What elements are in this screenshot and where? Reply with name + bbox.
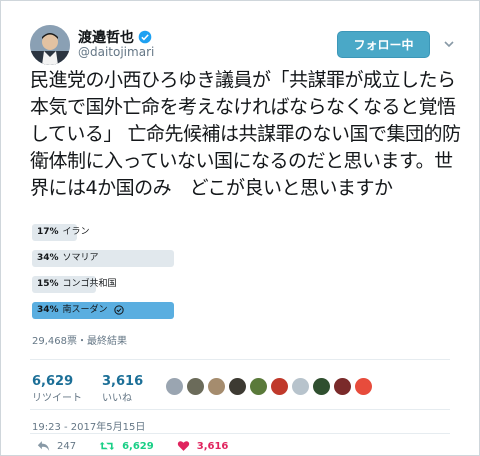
divider bbox=[30, 359, 450, 360]
tweet-timestamp[interactable]: 19:23 - 2017年5月15日 bbox=[32, 418, 145, 433]
poll-meta: 29,468票・最終結果 bbox=[32, 336, 127, 347]
following-button-label: フォロー中 bbox=[353, 38, 414, 52]
poll-option-label: 南スーダン bbox=[62, 305, 108, 315]
retweets-label: リツイート bbox=[32, 393, 82, 404]
liker-avatar[interactable] bbox=[166, 378, 183, 395]
like-count: 3,616 bbox=[196, 440, 229, 452]
user-name[interactable]: 渡邉哲也 bbox=[78, 27, 134, 47]
check-circle-icon bbox=[114, 304, 125, 315]
liker-avatar[interactable] bbox=[250, 378, 267, 395]
heart-icon[interactable] bbox=[177, 440, 190, 452]
poll-option-percent: 17% bbox=[37, 227, 59, 237]
poll-option-label: ソマリア bbox=[62, 253, 99, 263]
tweet-actions: 247 6,629 3,616 bbox=[37, 440, 228, 452]
poll-option-percent: 34% bbox=[37, 253, 59, 263]
liker-avatars bbox=[166, 378, 372, 395]
divider bbox=[30, 433, 450, 434]
retweets-count: 6,629 bbox=[32, 374, 74, 389]
poll-option: 17% イラン bbox=[32, 224, 174, 241]
divider bbox=[30, 409, 450, 410]
poll-option-label: コンゴ共和国 bbox=[62, 279, 117, 289]
following-button[interactable]: フォロー中 bbox=[337, 31, 430, 58]
retweets-stat[interactable]: 6,629 リツイート bbox=[32, 374, 82, 404]
user-handle[interactable]: @daitojimari bbox=[78, 45, 154, 59]
user-name-row: 渡邉哲也 bbox=[78, 27, 152, 47]
tweet-card: 渡邉哲也 @daitojimari フォロー中 民進党の小西ひろゆき議員が「共謀… bbox=[0, 0, 480, 456]
liker-avatar[interactable] bbox=[334, 378, 351, 395]
likes-stat[interactable]: 3,616 いいね bbox=[102, 374, 143, 404]
reply-count: 247 bbox=[57, 440, 77, 452]
retweet-count: 6,629 bbox=[122, 440, 154, 452]
liker-avatar[interactable] bbox=[229, 378, 246, 395]
engagement-stats: 6,629 リツイート 3,616 いいね bbox=[32, 374, 143, 404]
liker-avatar[interactable] bbox=[313, 378, 330, 395]
chevron-down-icon[interactable] bbox=[444, 39, 454, 49]
poll-option: 34% ソマリア bbox=[32, 250, 174, 267]
poll-option: 15% コンゴ共和国 bbox=[32, 276, 174, 293]
poll-option-winner: 34% 南スーダン bbox=[32, 302, 174, 319]
retweet-icon[interactable] bbox=[99, 440, 115, 452]
tweet-text: 民進党の小西ひろゆき議員が「共謀罪が成立したら本気で国外亡命を考えなければならな… bbox=[30, 69, 461, 199]
poll-option-label: イラン bbox=[62, 227, 90, 237]
verified-badge-icon bbox=[138, 30, 152, 44]
liker-avatar[interactable] bbox=[355, 378, 372, 395]
liker-avatar[interactable] bbox=[187, 378, 204, 395]
likes-label: いいね bbox=[102, 393, 132, 404]
liker-avatar[interactable] bbox=[292, 378, 309, 395]
likes-count: 3,616 bbox=[102, 374, 144, 389]
liker-avatar[interactable] bbox=[271, 378, 288, 395]
poll-option-percent: 15% bbox=[37, 279, 59, 289]
poll: 17% イラン 34% ソマリア 15% コンゴ共和国 34% 南スーダン bbox=[32, 224, 182, 328]
poll-option-percent: 34% bbox=[37, 305, 59, 315]
liker-avatar[interactable] bbox=[208, 378, 225, 395]
avatar[interactable] bbox=[30, 25, 70, 65]
reply-icon[interactable] bbox=[37, 440, 50, 452]
